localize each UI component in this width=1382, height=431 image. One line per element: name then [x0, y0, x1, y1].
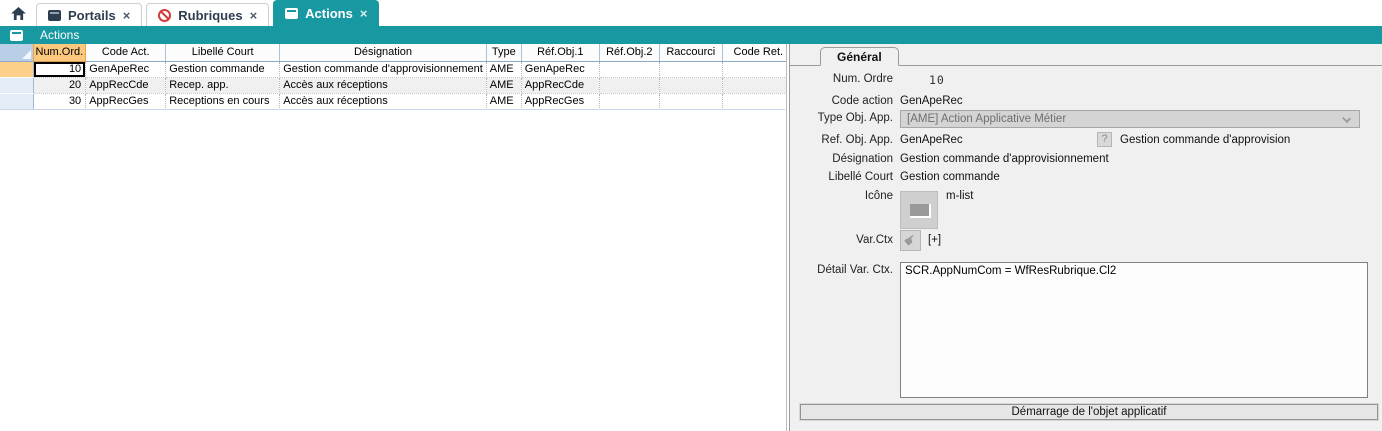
column-header-num-ord[interactable]: Num.Ord.	[33, 44, 86, 61]
demarrage-button[interactable]: Démarrage de l'objet applicatif	[800, 404, 1378, 420]
var-ctx-label: Var.Ctx	[790, 234, 893, 246]
cell-raccourci[interactable]	[659, 77, 722, 93]
window-icon	[48, 10, 61, 21]
cell-type[interactable]: AME	[486, 77, 521, 93]
column-header-type[interactable]: Type	[486, 44, 521, 61]
cell-code-ret[interactable]: 0	[722, 77, 794, 93]
tab-label: Portails	[68, 8, 116, 23]
view-header: Actions	[0, 26, 1382, 44]
cell-ref-obj-2[interactable]	[599, 77, 659, 93]
libelle-court-label: Libellé Court	[790, 171, 893, 183]
table-row[interactable]: 20 AppRecCde Recep. app. Accès aux récep…	[0, 77, 794, 93]
window-icon	[285, 8, 298, 19]
tab-rubriques[interactable]: Rubriques ×	[146, 3, 269, 26]
column-header-ref-obj-2[interactable]: Réf.Obj.2	[599, 44, 659, 61]
designation-label: Désignation	[790, 153, 893, 165]
code-action-label: Code action	[790, 95, 893, 107]
code-action-value[interactable]: GenApeRec	[900, 95, 963, 107]
cell-designation[interactable]: Accès aux réceptions	[280, 77, 487, 93]
num-ordre-value[interactable]: 10	[929, 73, 945, 87]
hand-icon: ☛	[900, 229, 921, 252]
cell-ref-obj-1[interactable]: AppRecCde	[521, 77, 599, 93]
cell-ref-obj-1[interactable]: GenApeRec	[521, 61, 599, 77]
libelle-court-value[interactable]: Gestion commande	[900, 171, 1000, 183]
tab-label: Actions	[305, 6, 353, 21]
icone-label: Icône	[790, 190, 893, 202]
ref-obj-app-label: Ref. Obj. App.	[790, 134, 893, 146]
window-icon	[10, 30, 23, 41]
ref-obj-app-value[interactable]: GenApeRec	[900, 134, 963, 146]
num-ordre-label: Num. Ordre	[790, 73, 893, 85]
tab-general[interactable]: Général	[820, 47, 899, 66]
cell-raccourci[interactable]	[659, 61, 722, 77]
help-icon[interactable]: ?	[1097, 132, 1112, 147]
cell-num-ord[interactable]: 30	[33, 93, 86, 109]
cell-libelle-court[interactable]: Receptions en cours	[166, 93, 280, 109]
cell-code-ret[interactable]: 0	[722, 61, 794, 77]
icone-value: m-list	[946, 190, 973, 202]
tab-label: Rubriques	[178, 8, 242, 23]
cell-ref-obj-2[interactable]	[599, 93, 659, 109]
icon-picker-button[interactable]	[900, 191, 938, 229]
table-row[interactable]: 10 GenApeRec Gestion commande Gestion co…	[0, 61, 794, 77]
tab-portails[interactable]: Portails ×	[36, 3, 142, 26]
designation-value[interactable]: Gestion commande d'approvisionnement	[900, 153, 1109, 165]
ref-obj-app-description: Gestion commande d'approvision	[1120, 134, 1290, 146]
type-obj-app-label: Type Obj. App.	[790, 112, 893, 124]
cell-designation[interactable]: Gestion commande d'approvisionnement	[280, 61, 487, 77]
row-selector[interactable]	[0, 93, 33, 109]
detail-panel: Général Num. Ordre 10 Code action GenApe…	[790, 44, 1382, 431]
tab-strip: Portails × Rubriques × Actions ×	[0, 0, 1382, 26]
column-header-ref-obj-1[interactable]: Réf.Obj.1	[521, 44, 599, 61]
cell-raccourci[interactable]	[659, 93, 722, 109]
table-header-row: Num.Ord. Code Act. Libellé Court Désigna…	[0, 44, 794, 61]
close-icon[interactable]: ×	[250, 8, 258, 23]
detail-var-ctx-label: Détail Var. Ctx.	[790, 264, 893, 276]
cell-ref-obj-1[interactable]: AppRecGes	[521, 93, 599, 109]
column-header-designation[interactable]: Désignation	[280, 44, 487, 61]
column-header-libelle-court[interactable]: Libellé Court	[166, 44, 280, 61]
column-header-code-ret[interactable]: Code Ret.	[722, 44, 794, 61]
prohibition-icon	[158, 9, 171, 22]
select-all-corner[interactable]	[0, 44, 33, 61]
column-header-code-act[interactable]: Code Act.	[86, 44, 166, 61]
chevron-down-icon	[1342, 114, 1351, 123]
table-row[interactable]: 30 AppRecGes Receptions en cours Accès a…	[0, 93, 794, 109]
close-icon[interactable]: ×	[360, 6, 368, 21]
home-button[interactable]	[0, 0, 36, 26]
cell-type[interactable]: AME	[486, 93, 521, 109]
home-icon	[11, 7, 26, 20]
cell-code-act[interactable]: AppRecGes	[86, 93, 166, 109]
row-selector[interactable]	[0, 77, 33, 93]
cell-code-act[interactable]: GenApeRec	[86, 61, 166, 77]
var-ctx-add[interactable]: [+]	[928, 234, 941, 246]
tab-actions[interactable]: Actions ×	[273, 0, 379, 26]
close-icon[interactable]: ×	[123, 8, 131, 23]
cell-code-ret[interactable]: 0	[722, 93, 794, 109]
cell-num-ord[interactable]: 20	[33, 77, 86, 93]
cell-num-ord[interactable]: 10	[33, 61, 86, 77]
view-title: Actions	[40, 28, 79, 42]
cell-ref-obj-2[interactable]	[599, 61, 659, 77]
actions-table: Num.Ord. Code Act. Libellé Court Désigna…	[0, 44, 795, 110]
cell-code-act[interactable]: AppRecCde	[86, 77, 166, 93]
type-obj-app-select[interactable]: [AME] Action Applicative Métier	[900, 110, 1360, 128]
table-bottom-border	[0, 109, 785, 110]
detail-var-ctx-textarea[interactable]: SCR.AppNumCom = WfResRubrique.Cl2	[900, 262, 1368, 398]
cell-libelle-court[interactable]: Gestion commande	[166, 61, 280, 77]
var-ctx-edit-button[interactable]: ☛	[900, 230, 921, 251]
cell-type[interactable]: AME	[486, 61, 521, 77]
cell-designation[interactable]: Accès aux réceptions	[280, 93, 487, 109]
cell-libelle-court[interactable]: Recep. app.	[166, 77, 280, 93]
column-header-raccourci[interactable]: Raccourci	[659, 44, 722, 61]
row-selector[interactable]	[0, 61, 33, 77]
